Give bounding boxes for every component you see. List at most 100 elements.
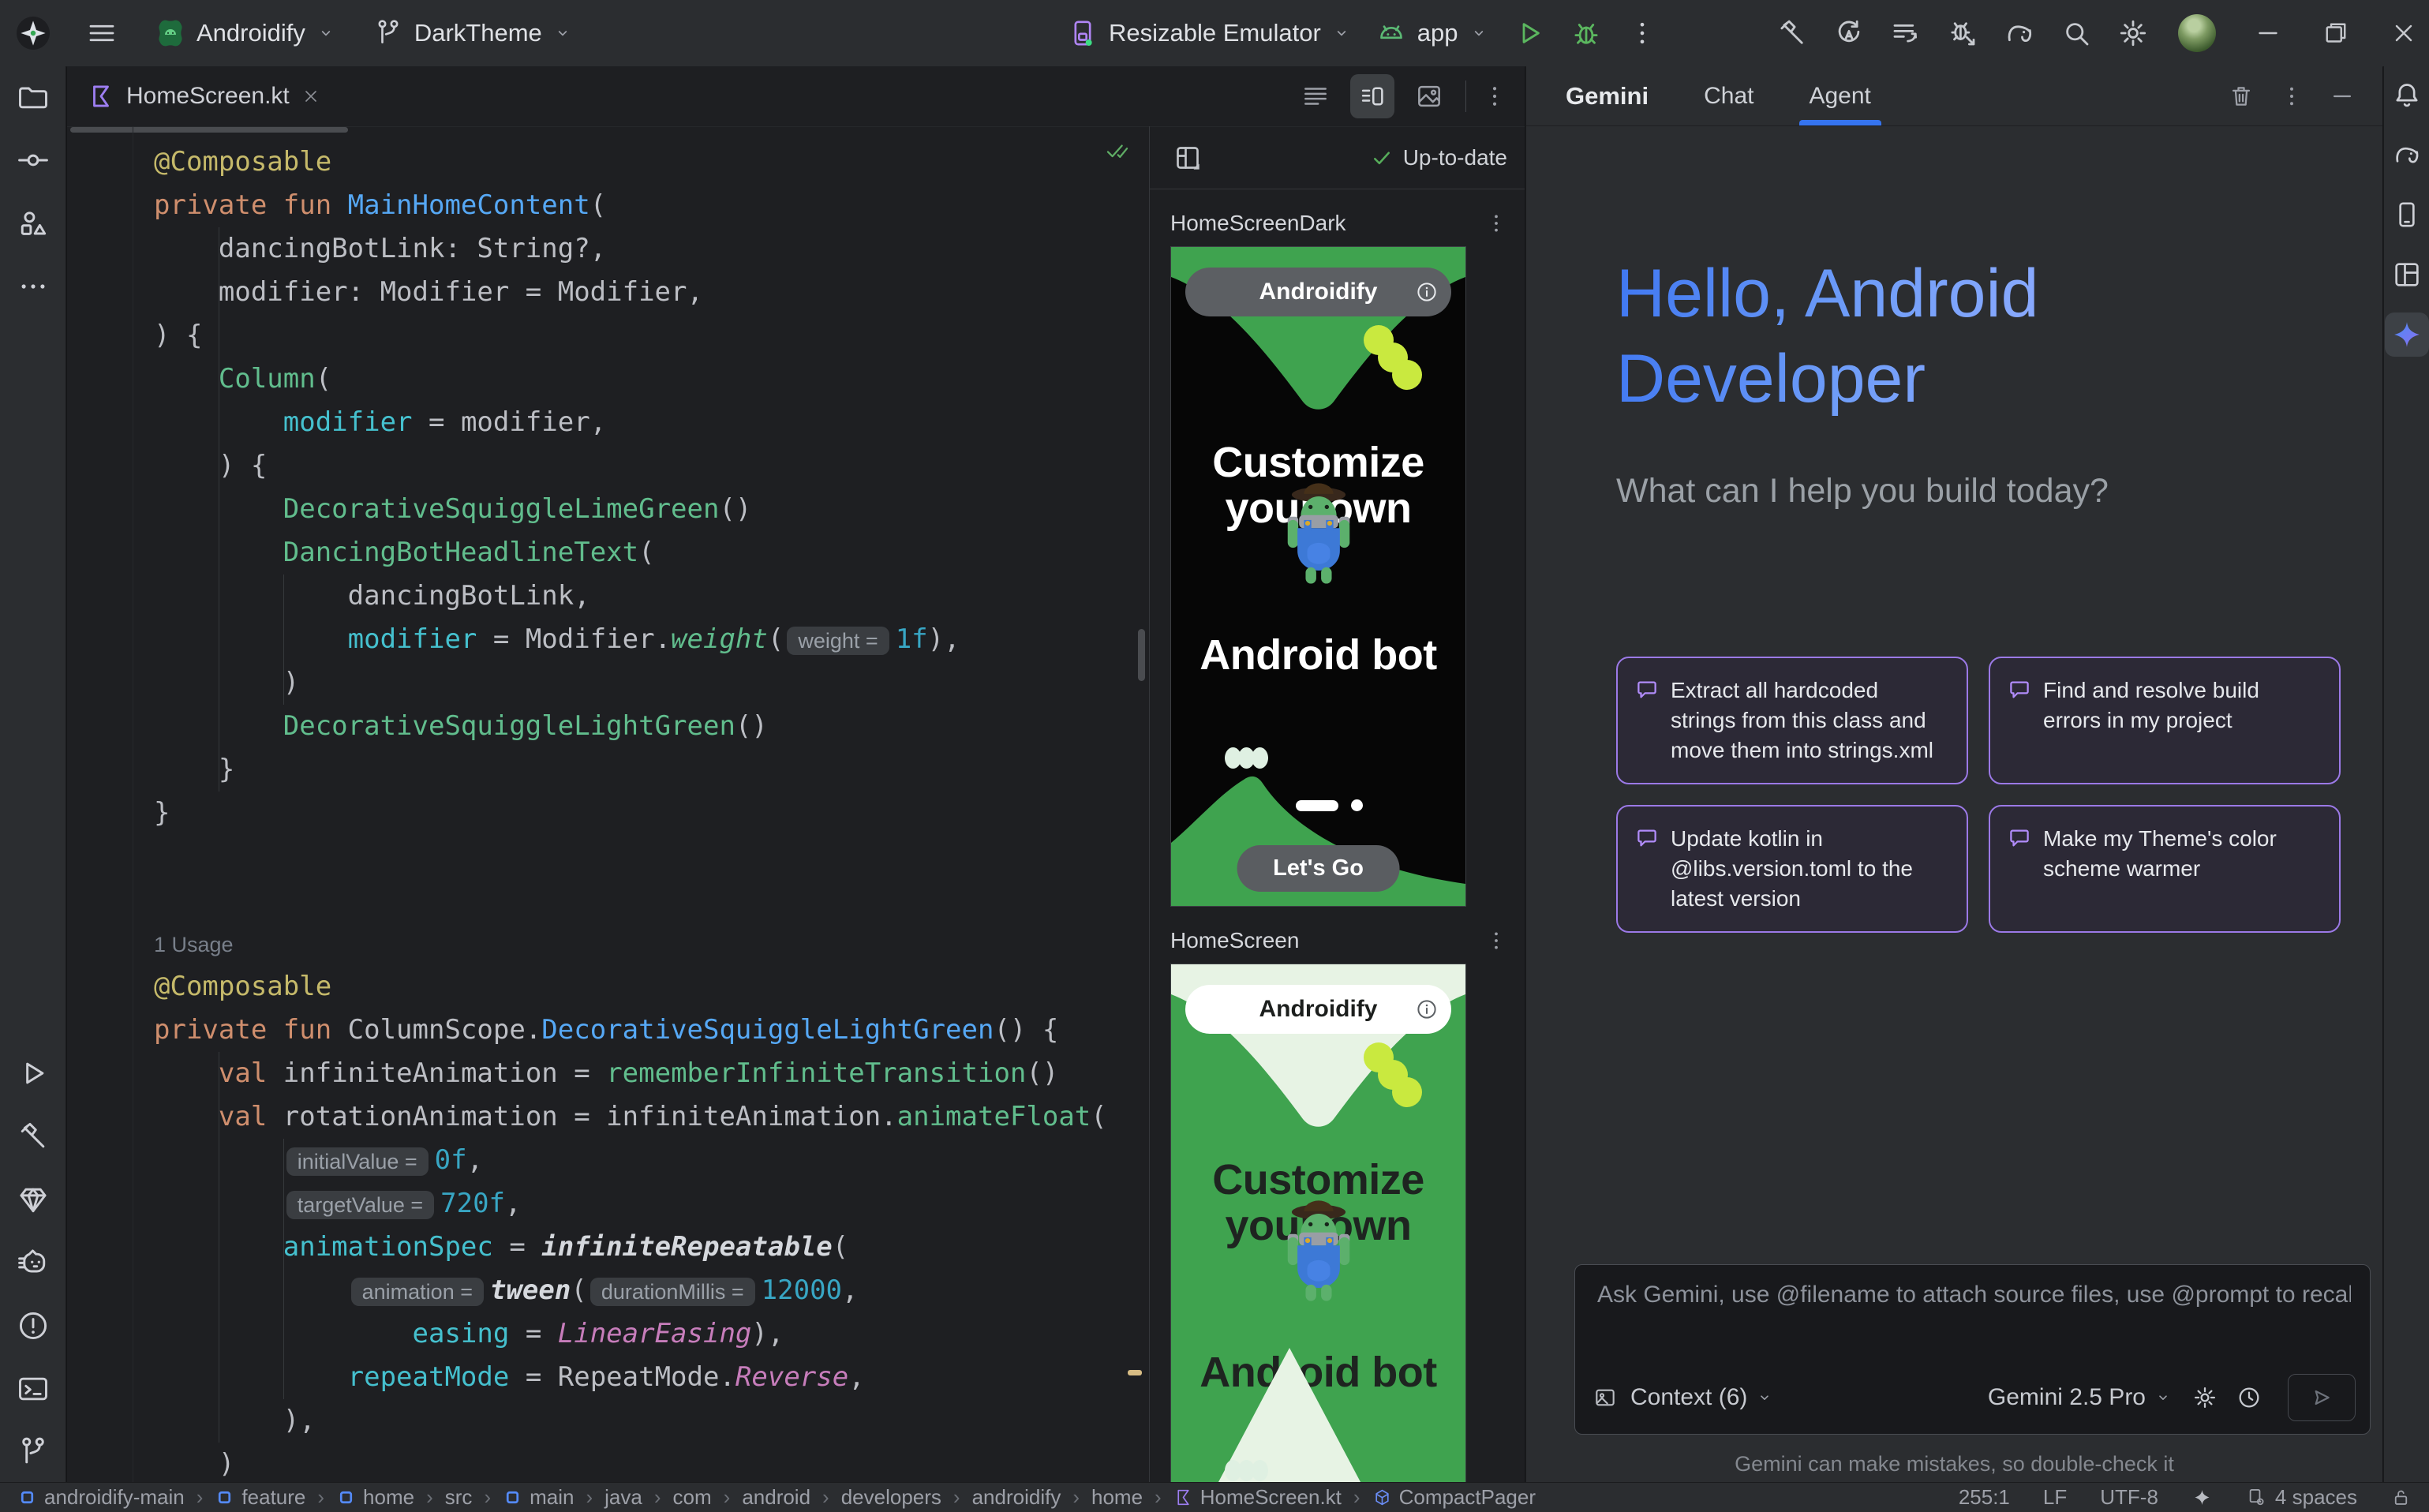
breadcrumb-item[interactable]: HomeScreen.kt	[1173, 1485, 1342, 1510]
gemini-options-icon[interactable]	[2278, 83, 2305, 110]
indent-config-icon	[2246, 1487, 2267, 1508]
code-line: dancingBotLink: String?,	[154, 227, 1148, 271]
writable-lock-icon[interactable]	[2390, 1487, 2412, 1508]
resource-manager-icon[interactable]	[16, 206, 51, 241]
chevron-down-icon	[1469, 23, 1489, 43]
code-editor[interactable]: @Composableprivate fun MainHomeContent( …	[67, 126, 1148, 1482]
breadcrumb-item[interactable]: main	[503, 1485, 574, 1510]
editor-options-icon[interactable]	[1480, 82, 1509, 110]
gemini-settings-icon[interactable]	[2191, 1384, 2218, 1411]
preview-options-icon[interactable]	[1484, 211, 1509, 236]
suggestion-text: Find and resolve build errors in my proj…	[2043, 676, 2322, 765]
history-icon[interactable]	[2236, 1384, 2262, 1411]
version-control-icon[interactable]	[16, 1435, 51, 1469]
run-button[interactable]	[1513, 17, 1546, 50]
breadcrumb-item[interactable]: android	[742, 1485, 810, 1510]
breadcrumb-separator: ›	[1353, 1485, 1360, 1510]
breadcrumb-item[interactable]: androidify-main	[17, 1485, 185, 1510]
info-icon[interactable]	[1415, 280, 1439, 304]
code-line: dancingBotLink,	[154, 574, 1148, 618]
editor-scrollbar[interactable]	[1138, 629, 1145, 681]
editor-tab-homescreen[interactable]: HomeScreen.kt	[67, 66, 339, 126]
suggestion-card[interactable]: Find and resolve build errors in my proj…	[1989, 657, 2341, 784]
settings-icon[interactable]	[2116, 17, 2150, 50]
preview-options-icon[interactable]	[1484, 928, 1509, 953]
avatar[interactable]	[2178, 14, 2216, 52]
app-insights-gem-icon[interactable]	[16, 1182, 51, 1217]
vcs-branch-selector[interactable]: DarkTheme	[372, 17, 573, 49]
hide-panel-icon[interactable]	[2329, 83, 2356, 110]
run-config-selector[interactable]: app	[1375, 17, 1489, 49]
close-window-icon[interactable]	[2390, 19, 2418, 47]
breadcrumb-separator: ›	[654, 1485, 661, 1510]
compose-preview-HomeScreenDark[interactable]: AndroidifyCustomize your ownAndroid botL…	[1170, 246, 1466, 907]
build-icon[interactable]	[1776, 17, 1809, 50]
gemini-icon[interactable]	[2385, 313, 2429, 357]
breadcrumb-item[interactable]: com	[673, 1485, 712, 1510]
send-button[interactable]	[2288, 1374, 2356, 1421]
attach-debugger-icon[interactable]	[1946, 17, 1979, 50]
code-view-icon[interactable]	[1293, 74, 1338, 118]
compose-preview-HomeScreen[interactable]: AndroidifyCustomize your ownAndroid bot	[1170, 964, 1466, 1483]
tab-chat[interactable]: Chat	[1704, 66, 1753, 125]
notifications-icon[interactable]	[2391, 79, 2423, 110]
search-icon[interactable]	[2060, 17, 2093, 50]
module-icon	[336, 1488, 356, 1507]
line-separator[interactable]: LF	[2043, 1485, 2067, 1510]
preview-layout-icon[interactable]	[1172, 142, 1203, 174]
kotlin-file-icon	[88, 83, 114, 110]
info-icon[interactable]	[1415, 997, 1439, 1021]
module-icon	[215, 1488, 234, 1507]
project-selector[interactable]: Androidify	[155, 17, 336, 49]
maximize-window-icon[interactable]	[2322, 19, 2350, 47]
context-selector[interactable]: Context (6)	[1630, 1384, 1774, 1411]
breadcrumb-item[interactable]: src	[445, 1485, 473, 1510]
android-head-icon	[1375, 17, 1407, 49]
more-tools-icon[interactable]	[16, 269, 51, 304]
run-icon[interactable]	[16, 1056, 51, 1091]
tab-agent[interactable]: Agent	[1809, 66, 1870, 125]
build-icon[interactable]	[16, 1119, 51, 1154]
layout-inspector-icon[interactable]	[2391, 259, 2423, 290]
split-view-icon[interactable]	[1350, 74, 1394, 118]
lets-go-button[interactable]: Let's Go	[1237, 845, 1400, 892]
inspections-ok-icon[interactable]	[1104, 137, 1131, 164]
ai-assistant-status-icon[interactable]	[2191, 1487, 2213, 1508]
problems-icon[interactable]	[16, 1308, 51, 1343]
breadcrumb-item[interactable]: home	[336, 1485, 414, 1510]
debug-button[interactable]	[1570, 17, 1603, 50]
suggestion-card[interactable]: Update kotlin in @libs.version.toml to t…	[1616, 805, 1968, 933]
suggestion-card[interactable]: Make my Theme's color scheme warmer	[1989, 805, 2341, 933]
breadcrumb-item[interactable]: java	[604, 1485, 642, 1510]
clear-chat-icon[interactable]	[2228, 83, 2255, 110]
commit-icon[interactable]	[16, 143, 51, 178]
minimize-window-icon[interactable]	[2254, 19, 2282, 47]
breadcrumb-item[interactable]: developers	[841, 1485, 941, 1510]
main-menu-icon[interactable]	[85, 17, 118, 50]
attach-context-icon[interactable]	[1593, 1385, 1618, 1410]
model-selector[interactable]: Gemini 2.5 Pro	[1988, 1384, 2173, 1411]
indent-setting[interactable]: 4 spaces	[2246, 1485, 2357, 1510]
breadcrumb-item[interactable]: home	[1091, 1485, 1143, 1510]
more-actions-icon[interactable]	[1626, 17, 1658, 49]
breadcrumb-item[interactable]: feature	[215, 1485, 305, 1510]
close-tab-icon[interactable]	[301, 87, 320, 106]
suggestion-card[interactable]: Extract all hardcoded strings from this …	[1616, 657, 1968, 784]
gradle-icon[interactable]	[2391, 139, 2423, 170]
sdk-manager-icon[interactable]	[1889, 17, 1922, 50]
breadcrumb-item[interactable]: CompactPager	[1372, 1485, 1536, 1510]
gemini-prompt-input[interactable]	[1596, 1274, 2352, 1316]
profiler-icon[interactable]	[1832, 17, 1866, 50]
suggestion-text: Make my Theme's color scheme warmer	[2043, 824, 2322, 914]
breadcrumb-item[interactable]: androidify	[972, 1485, 1061, 1510]
device-selector[interactable]: Resizable Emulator	[1067, 17, 1352, 49]
project-icon[interactable]	[16, 80, 51, 114]
caret-position[interactable]: 255:1	[1959, 1485, 2010, 1510]
file-encoding[interactable]: UTF-8	[2100, 1485, 2158, 1510]
device-manager-icon[interactable]	[2391, 199, 2423, 230]
running-devices-icon[interactable]	[16, 1245, 51, 1280]
terminal-icon[interactable]	[16, 1372, 51, 1406]
sync-project-icon[interactable]	[2003, 17, 2036, 50]
preview-status-label: Up-to-date	[1403, 145, 1507, 170]
design-view-icon[interactable]	[1407, 74, 1451, 118]
